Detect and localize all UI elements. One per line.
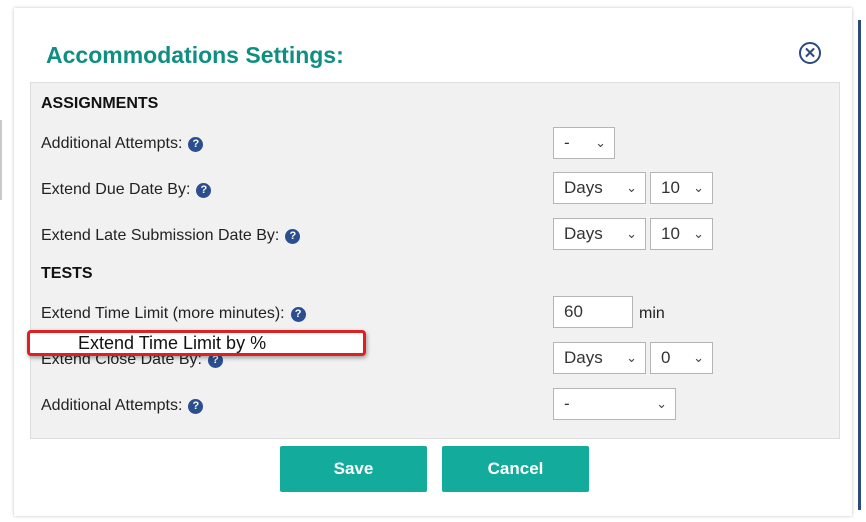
chevron-down-icon: ⌄ [693, 226, 704, 241]
extend-due-date-amount-select[interactable]: 10 ⌄ [650, 172, 713, 204]
select-value: Days [564, 348, 603, 367]
help-icon[interactable]: ? [196, 182, 212, 198]
assignments-additional-attempts-select[interactable]: - ⌄ [553, 127, 615, 159]
settings-panel: ASSIGNMENTS Additional Attempts: ? - ⌄ E… [27, 82, 840, 439]
chevron-down-icon: ⌄ [626, 180, 637, 195]
help-icon[interactable]: ? [285, 228, 301, 244]
annotation-callout: Extend Time Limit by % [27, 330, 366, 356]
help-icon[interactable]: ? [188, 136, 204, 152]
assignments-additional-attempts-label: Additional Attempts: [41, 135, 183, 152]
extend-late-submission-amount-select[interactable]: 10 ⌄ [650, 218, 713, 250]
extend-time-limit-label: Extend Time Limit (more minutes): [41, 305, 285, 322]
chevron-down-icon: ⌄ [693, 350, 704, 365]
extend-due-date-row: Extend Due Date By: ? [41, 181, 212, 199]
chevron-down-icon: ⌄ [693, 180, 704, 195]
assignments-heading: ASSIGNMENTS [41, 95, 159, 112]
save-button[interactable]: Save [280, 446, 427, 492]
chevron-down-icon: ⌄ [595, 135, 606, 150]
extend-time-limit-input[interactable]: 60 [553, 296, 633, 328]
select-value: - [564, 133, 570, 152]
dialog-title: Accommodations Settings: [46, 42, 344, 68]
extend-due-date-unit-select[interactable]: Days ⌄ [553, 172, 646, 204]
select-value: - [564, 394, 570, 413]
select-value: 10 [661, 178, 680, 197]
chevron-down-icon: ⌄ [626, 226, 637, 241]
select-value: Days [564, 224, 603, 243]
chevron-down-icon: ⌄ [626, 350, 637, 365]
accommodations-dialog: Accommodations Settings: ✕ ASSIGNMENTS A… [14, 8, 852, 516]
help-icon[interactable]: ? [188, 398, 204, 414]
extend-late-submission-row: Extend Late Submission Date By: ? [41, 227, 301, 245]
tests-additional-attempts-select[interactable]: - ⌄ [553, 388, 676, 420]
tests-additional-attempts-row: Additional Attempts: ? [41, 397, 204, 415]
help-icon[interactable]: ? [290, 306, 306, 322]
cancel-button[interactable]: Cancel [442, 446, 589, 492]
background-edge-right [858, 20, 861, 510]
extend-late-submission-label: Extend Late Submission Date By: [41, 227, 280, 244]
chevron-down-icon: ⌄ [656, 396, 667, 411]
select-value: 0 [661, 348, 671, 367]
tests-additional-attempts-label: Additional Attempts: [41, 397, 183, 414]
select-value: Days [564, 178, 603, 197]
close-glyph: ✕ [803, 44, 817, 62]
background-edge-left [0, 120, 2, 200]
extend-due-date-label: Extend Due Date By: [41, 181, 191, 198]
extend-close-date-amount-select[interactable]: 0 ⌄ [650, 342, 713, 374]
time-limit-unit: min [639, 305, 665, 322]
select-value: 10 [661, 224, 680, 243]
tests-heading: TESTS [41, 265, 93, 282]
assignments-additional-attempts-row: Additional Attempts: ? [41, 135, 204, 153]
extend-close-date-unit-select[interactable]: Days ⌄ [553, 342, 646, 374]
extend-time-limit-row: Extend Time Limit (more minutes): ? [41, 305, 306, 323]
close-icon[interactable]: ✕ [799, 42, 821, 64]
extend-late-submission-unit-select[interactable]: Days ⌄ [553, 218, 646, 250]
